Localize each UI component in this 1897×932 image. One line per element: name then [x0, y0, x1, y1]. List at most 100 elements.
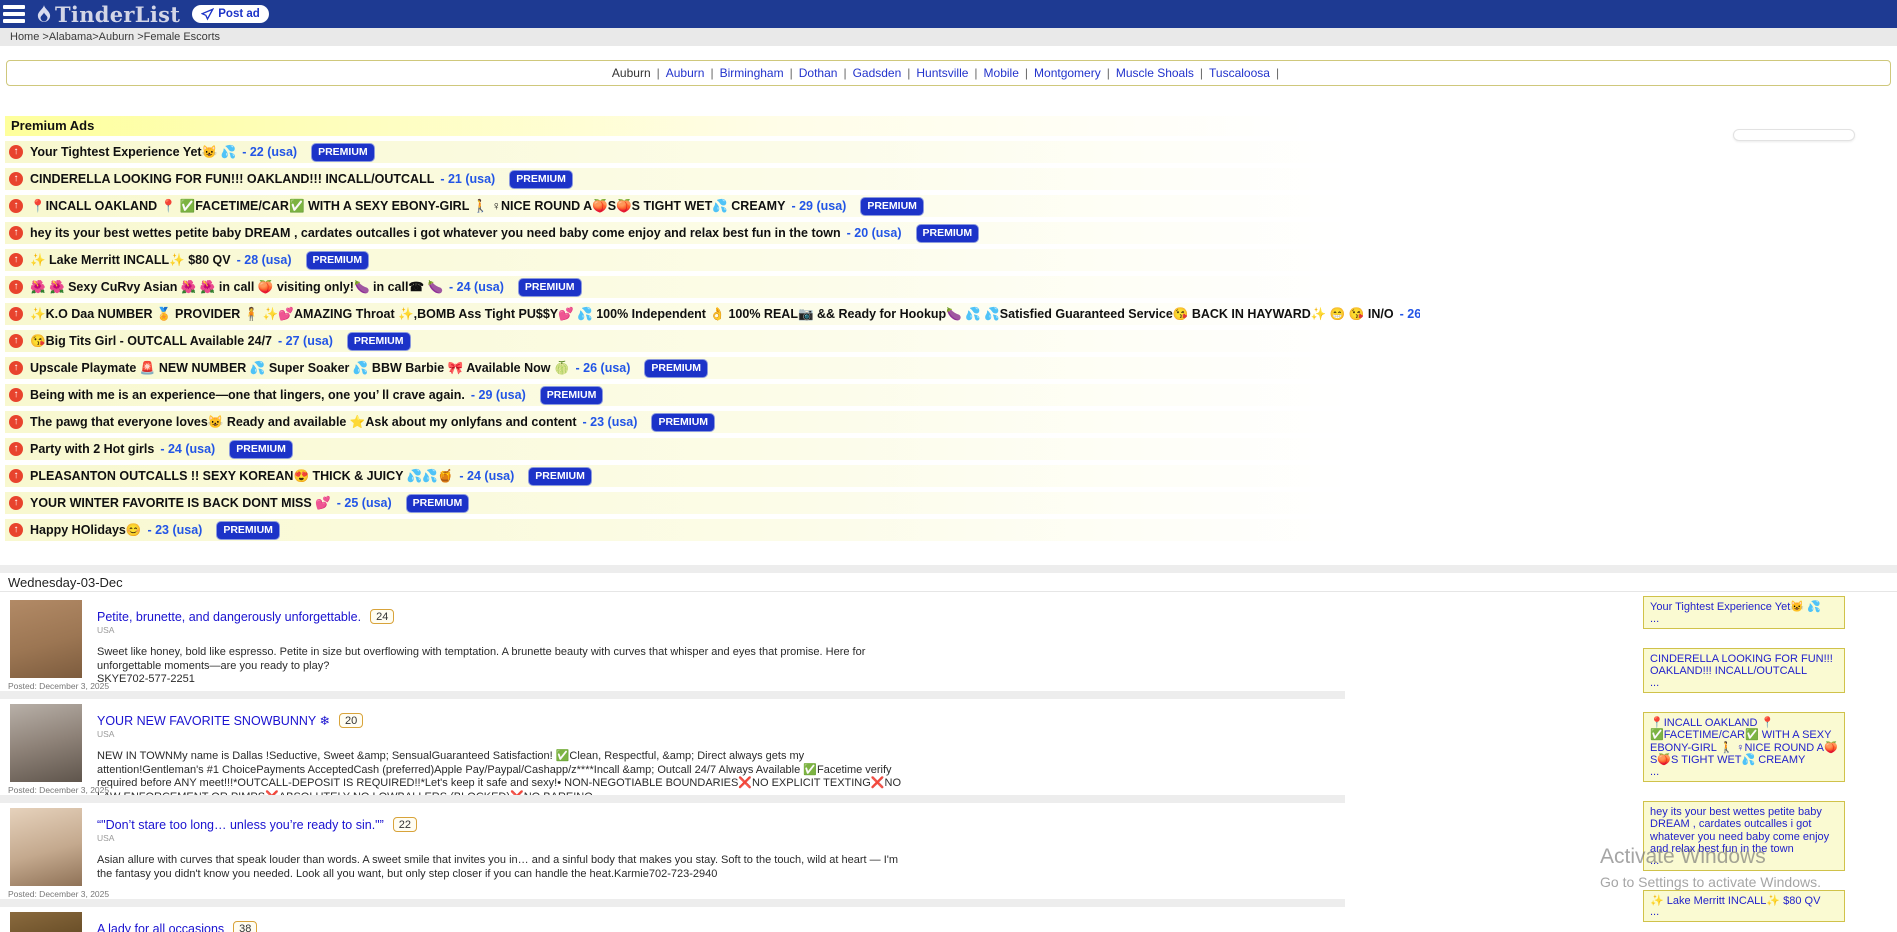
- premium-ad-row[interactable]: ↑ 😘Big Tits Girl - OUTCALL Available 24/…: [5, 330, 1420, 352]
- menu-icon[interactable]: [3, 3, 27, 25]
- listing-item[interactable]: Posted: December 3, 2025 Petite, brunett…: [0, 595, 1897, 699]
- premium-ad-age: - 27 (usa): [278, 334, 333, 348]
- premium-ad-age: - 24 (usa): [449, 280, 504, 294]
- up-arrow-icon: ↑: [9, 307, 23, 321]
- sidebar-premium-list: Your Tightest Experience Yet😺 💦 ... CIND…: [1643, 596, 1845, 932]
- premium-ad-title[interactable]: 😘Big Tits Girl - OUTCALL Available 24/7: [30, 334, 272, 349]
- city-separator: |: [901, 66, 916, 80]
- premium-ad-row[interactable]: ↑ Happy HOlidays😊 - 23 (usa) PREMIUM: [5, 519, 1420, 541]
- city-link[interactable]: Gadsden: [853, 66, 902, 80]
- premium-badge: PREMIUM: [347, 332, 411, 351]
- site-logo[interactable]: TinderList: [35, 2, 180, 27]
- listing-photo[interactable]: [10, 704, 82, 782]
- listing-item[interactable]: Posted: December 3, 2025 “"Don’t stare t…: [0, 803, 1897, 907]
- premium-ad-title[interactable]: Upscale Playmate 🚨 NEW NUMBER 💦 Super So…: [30, 361, 570, 376]
- listing-content: “"Don’t stare too long… unless you’re re…: [97, 803, 1897, 881]
- premium-ad-title[interactable]: PLEASANTON OUTCALLS !! SEXY KOREAN😍 THIC…: [30, 469, 453, 484]
- listing-title-link[interactable]: A lady for all occasions: [97, 922, 224, 932]
- premium-ad-title[interactable]: The pawg that everyone loves😺 Ready and …: [30, 415, 577, 430]
- premium-ad-title[interactable]: Being with me is an experience—one that …: [30, 388, 465, 402]
- premium-ad-row[interactable]: ↑ 🌺 🌺 Sexy CuRvy Asian 🌺 🌺 in call 🍑 vis…: [5, 276, 1420, 298]
- listing-title-link[interactable]: “"Don’t stare too long… unless you’re re…: [97, 818, 384, 832]
- sidebar-ad-card[interactable]: hey its your best wettes petite baby DRE…: [1643, 801, 1845, 871]
- premium-ad-title[interactable]: 🌺 🌺 Sexy CuRvy Asian 🌺 🌺 in call 🍑 visit…: [30, 279, 443, 295]
- sidebar-ad-card[interactable]: CINDERELLA LOOKING FOR FUN!!! OAKLAND!!!…: [1643, 648, 1845, 693]
- listing-item[interactable]: Posted: December 3, 2025 YOUR NEW FAVORI…: [0, 699, 1897, 803]
- listing-content: Petite, brunette, and dangerously unforg…: [97, 595, 1897, 687]
- city-link[interactable]: Tuscaloosa: [1209, 66, 1270, 80]
- posted-date: Posted: December 3, 2025: [8, 681, 109, 691]
- premium-ad-row[interactable]: ↑ PLEASANTON OUTCALLS !! SEXY KOREAN😍 TH…: [5, 465, 1420, 487]
- premium-ad-row[interactable]: ↑ Party with 2 Hot girls - 24 (usa) PREM…: [5, 438, 1420, 460]
- city-link[interactable]: Huntsville: [916, 66, 968, 80]
- premium-ad-row[interactable]: ↑ YOUR WINTER FAVORITE IS BACK DONT MISS…: [5, 492, 1420, 514]
- premium-ad-age: - 23 (usa): [583, 415, 638, 429]
- premium-ad-row[interactable]: ↑ Upscale Playmate 🚨 NEW NUMBER 💦 Super …: [5, 357, 1420, 379]
- sidebar-ad-card[interactable]: 📍INCALL OAKLAND 📍 ✅FACETIME/CAR✅ WITH A …: [1643, 712, 1845, 782]
- up-arrow-icon: ↑: [9, 415, 23, 429]
- city-separator: |: [1194, 66, 1209, 80]
- posted-date: Posted: December 3, 2025: [8, 889, 109, 899]
- premium-ad-title[interactable]: CINDERELLA LOOKING FOR FUN!!! OAKLAND!!!…: [30, 172, 434, 186]
- premium-ad-row[interactable]: ↑ CINDERELLA LOOKING FOR FUN!!! OAKLAND!…: [5, 168, 1420, 190]
- listing-divider: [0, 691, 1345, 699]
- sidebar-ad-title[interactable]: 📍INCALL OAKLAND 📍 ✅FACETIME/CAR✅ WITH A …: [1650, 717, 1838, 767]
- sidebar-ad-ellipsis: ...: [1650, 614, 1838, 624]
- page: TinderList Post ad Home >Alabama>Auburn …: [0, 0, 1897, 932]
- premium-ad-row[interactable]: ↑ hey its your best wettes petite baby D…: [5, 222, 1420, 244]
- listing-country: USA: [97, 625, 1897, 635]
- premium-ad-title[interactable]: Your Tightest Experience Yet😺 💦: [30, 145, 236, 160]
- listing-country: USA: [97, 833, 1897, 843]
- sidebar-ad-card[interactable]: ✨ Lake Merritt INCALL✨ $80 QV ...: [1643, 890, 1845, 923]
- city-link[interactable]: Mobile: [984, 66, 1019, 80]
- breadcrumb-path[interactable]: Home >Alabama>Auburn >Female Escorts: [10, 31, 220, 43]
- premium-ad-row[interactable]: ↑ Your Tightest Experience Yet😺 💦 - 22 (…: [5, 141, 1420, 163]
- up-arrow-icon: ↑: [9, 496, 23, 510]
- premium-ad-title[interactable]: YOUR WINTER FAVORITE IS BACK DONT MISS 💕: [30, 496, 331, 511]
- listing-description-text: Asian allure with curves that speak loud…: [97, 854, 912, 881]
- premium-ad-title[interactable]: hey its your best wettes petite baby DRE…: [30, 226, 841, 240]
- city-link[interactable]: Montgomery: [1034, 66, 1101, 80]
- city-links: Auburn|Birmingham|Dothan|Gadsden|Huntsvi…: [666, 66, 1285, 80]
- city-link[interactable]: Birmingham: [720, 66, 784, 80]
- premium-ad-row[interactable]: ↑ The pawg that everyone loves😺 Ready an…: [5, 411, 1420, 433]
- premium-badge: PREMIUM: [916, 224, 980, 243]
- paper-plane-icon: [201, 8, 214, 21]
- listing-photo[interactable]: [10, 912, 82, 932]
- premium-ad-title[interactable]: ✨ Lake Merritt INCALL✨ $80 QV: [30, 253, 231, 268]
- age-badge: 22: [393, 817, 417, 832]
- post-ad-button[interactable]: Post ad: [192, 5, 269, 23]
- premium-ad-age: - 23 (usa): [147, 523, 202, 537]
- age-badge: 20: [339, 713, 363, 728]
- city-link[interactable]: Dothan: [799, 66, 838, 80]
- premium-ad-row[interactable]: ↑ Being with me is an experience—one tha…: [5, 384, 1420, 406]
- sidebar-ad-card[interactable]: Your Tightest Experience Yet😺 💦 ...: [1643, 596, 1845, 629]
- sidebar-ad-title[interactable]: hey its your best wettes petite baby DRE…: [1650, 806, 1838, 856]
- sidebar-ad-title[interactable]: ✨ Lake Merritt INCALL✨ $80 QV: [1650, 895, 1838, 908]
- city-link[interactable]: Auburn: [666, 66, 705, 80]
- premium-ad-row[interactable]: ↑ ✨K.O Daa NUMBER 🏅 PROVIDER 🧍 ✨💕AMAZING…: [5, 303, 1420, 325]
- premium-ad-title[interactable]: 📍INCALL OAKLAND 📍 ✅FACETIME/CAR✅ WITH A …: [30, 199, 785, 214]
- logo-text: TinderList: [55, 2, 180, 27]
- city-current: Auburn: [612, 66, 651, 80]
- listing-title-link[interactable]: YOUR NEW FAVORITE SNOWBUNNY ❄: [97, 713, 330, 728]
- sidebar-ad-title[interactable]: Your Tightest Experience Yet😺 💦: [1650, 601, 1838, 614]
- premium-badge: PREMIUM: [311, 143, 375, 162]
- listing-description: Asian allure with curves that speak loud…: [97, 854, 912, 881]
- listing-photo[interactable]: [10, 600, 82, 678]
- premium-ad-title[interactable]: Party with 2 Hot girls: [30, 442, 154, 456]
- up-arrow-icon: ↑: [9, 388, 23, 402]
- breadcrumb[interactable]: Home >Alabama>Auburn >Female Escorts: [0, 28, 1897, 46]
- premium-ad-title[interactable]: ✨K.O Daa NUMBER 🏅 PROVIDER 🧍 ✨💕AMAZING T…: [30, 307, 1394, 322]
- floating-scrollbar-pill[interactable]: [1733, 129, 1855, 141]
- sidebar-ad-title[interactable]: CINDERELLA LOOKING FOR FUN!!! OAKLAND!!!…: [1650, 653, 1838, 678]
- listing-item[interactable]: A lady for all occasions 38 USA: [0, 907, 1897, 932]
- city-link[interactable]: Muscle Shoals: [1116, 66, 1194, 80]
- listing-photo[interactable]: [10, 808, 82, 886]
- premium-ad-title[interactable]: Happy HOlidays😊: [30, 523, 141, 538]
- city-separator: |: [1101, 66, 1116, 80]
- premium-ad-row[interactable]: ↑ 📍INCALL OAKLAND 📍 ✅FACETIME/CAR✅ WITH …: [5, 195, 1420, 217]
- premium-ad-age: - 29 (usa): [791, 199, 846, 213]
- listing-title-link[interactable]: Petite, brunette, and dangerously unforg…: [97, 610, 361, 624]
- premium-ad-row[interactable]: ↑ ✨ Lake Merritt INCALL✨ $80 QV - 28 (us…: [5, 249, 1420, 271]
